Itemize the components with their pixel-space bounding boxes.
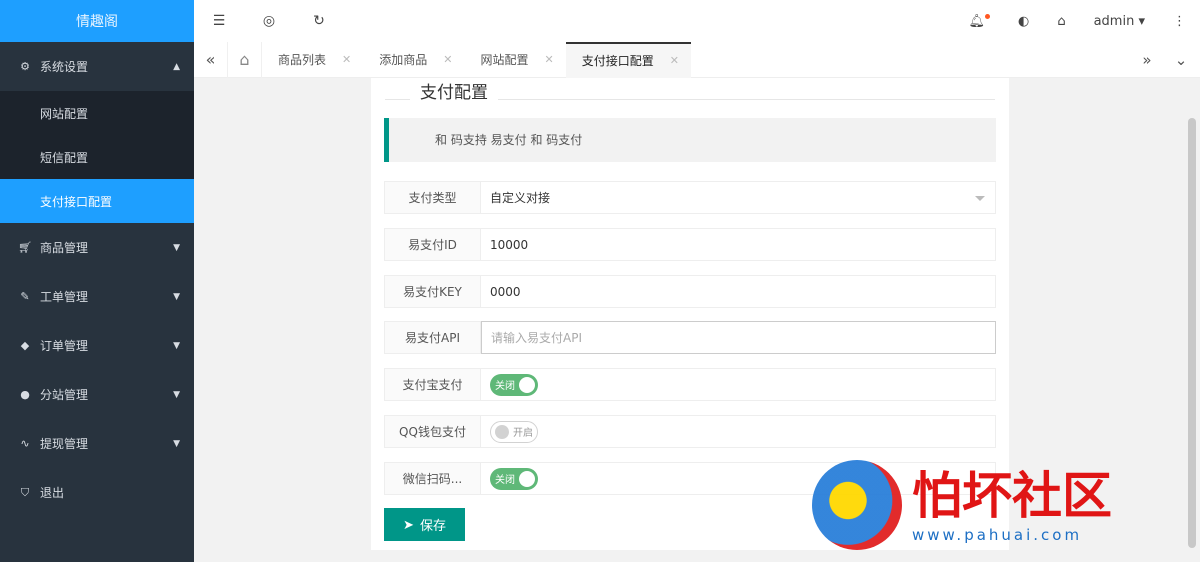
caret-down-icon: ▼: [173, 438, 180, 449]
ticket-icon: ✎: [20, 290, 30, 303]
alipay-toggle[interactable]: 关闭: [490, 373, 538, 396]
tab-payment-config[interactable]: 支付接口配置 ✕: [565, 41, 691, 78]
username: admin: [1093, 13, 1135, 29]
toggle-text: 关闭: [495, 475, 515, 486]
close-icon[interactable]: ✕: [342, 53, 351, 66]
sidebar-item-label: 商品管理: [40, 241, 89, 255]
qqpay-toggle[interactable]: 开启: [490, 420, 538, 443]
sidebar-item-tickets[interactable]: ✎ 工单管理 ▼: [0, 272, 194, 321]
user-menu[interactable]: admin ▾: [1080, 14, 1159, 29]
sidebar-item-orders[interactable]: ◆ 订单管理 ▼: [0, 321, 194, 370]
sidebar-item-label: 分站管理: [40, 388, 89, 402]
tab-label: 添加商品: [379, 53, 428, 67]
field-label: 支付宝支付: [384, 368, 481, 401]
epay-key-input[interactable]: 0000: [481, 275, 996, 308]
sidebar-item-system[interactable]: ⚙ 系统设置 ▲: [0, 42, 194, 91]
notice-block: 和 码支持 易支付 和 码支付: [384, 118, 996, 162]
form-row-alipay: 支付宝支付 关闭: [384, 368, 996, 401]
sidebar-item-products[interactable]: 🛒︎ 商品管理 ▼: [0, 223, 194, 272]
watermark-logo: 怕坏社区 www.pahuai.com: [812, 455, 1192, 555]
sidebar: ⚙ 系统设置 ▲ 网站配置 短信配置 支付接口配置 🛒︎ 商品管理 ▼ ✎ 工单管理 ▼ ◆…: [0, 42, 194, 562]
tabs-dropdown-icon[interactable]: ⌄: [1164, 42, 1198, 78]
shield-icon: ⛉: [20, 485, 30, 499]
form-row-epay-key: 易支付KEY 0000: [384, 275, 996, 308]
close-icon[interactable]: ✕: [443, 53, 452, 66]
watermark-title: 怕坏社区: [912, 467, 1112, 525]
field-label: 支付类型: [384, 181, 481, 214]
form-row-epay-api: 易支付API 请输入易支付API: [384, 321, 996, 354]
sidebar-item-label: 退出: [40, 486, 65, 500]
close-icon[interactable]: ✕: [670, 54, 679, 67]
wechat-toggle[interactable]: 关闭: [490, 467, 538, 490]
form-row-pay-type: 支付类型 自定义对接: [384, 181, 996, 214]
tabs-scroll-left-icon[interactable]: «: [194, 41, 228, 78]
save-label: 保存: [419, 518, 446, 533]
caret-down-icon: ▼: [173, 242, 180, 253]
field-label: 易支付API: [384, 321, 481, 354]
caret-down-icon: ▼: [173, 389, 180, 400]
caret-down-icon: [975, 196, 985, 206]
fieldset-legend: 支付配置: [385, 78, 995, 103]
sidebar-submenu: 网站配置 短信配置 支付接口配置: [0, 91, 194, 223]
sidebar-item-site-config[interactable]: 网站配置: [0, 91, 194, 135]
cart-icon: 🛒︎: [18, 241, 32, 254]
layers-icon: ◆: [20, 339, 30, 352]
tab-product-list[interactable]: 商品列表 ✕: [262, 42, 363, 78]
sidebar-item-label: 工单管理: [40, 290, 89, 304]
menu-toggle-icon[interactable]: ☰: [194, 13, 244, 29]
top-header: ☰ ◎ ↻ 🔔︎ ◐ ⌂ admin ▾ ⋮: [194, 0, 1200, 42]
field-label: QQ钱包支付: [384, 415, 481, 448]
globe-icon: ●: [20, 388, 30, 401]
sidebar-item-label: 系统设置: [40, 60, 89, 74]
form-row-epay-id: 易支付ID 10000: [384, 228, 996, 261]
brand-logo: 情趣阁: [0, 0, 194, 42]
tag-icon[interactable]: ⌂: [1043, 14, 1079, 29]
tab-label: 支付接口配置: [581, 54, 654, 68]
sidebar-item-substations[interactable]: ● 分站管理 ▼: [0, 370, 194, 419]
field-label: 易支付KEY: [384, 275, 481, 308]
tab-label: 商品列表: [278, 53, 327, 67]
more-icon[interactable]: ⋮: [1159, 14, 1200, 29]
send-icon: ➤: [403, 516, 414, 532]
sidebar-item-label: 订单管理: [40, 339, 89, 353]
section-title: 支付配置: [410, 78, 498, 103]
save-button[interactable]: ➤ 保存: [384, 508, 465, 541]
sidebar-item-logout[interactable]: ⛉ 退出: [0, 468, 194, 517]
close-icon[interactable]: ✕: [544, 53, 553, 66]
form-row-qqpay: QQ钱包支付 开启: [384, 415, 996, 448]
select-value: 自定义对接: [490, 191, 551, 205]
fish-logo-icon: [812, 460, 902, 550]
toggle-text: 开启: [513, 428, 533, 439]
placeholder: 请输入易支付API: [491, 331, 582, 345]
caret-down-icon: ▼: [173, 291, 180, 302]
field-label: 微信扫码...: [384, 462, 481, 495]
watermark-url: www.pahuai.com: [912, 526, 1083, 544]
gear-icon: ⚙: [20, 60, 30, 73]
sidebar-item-payment-config[interactable]: 支付接口配置: [0, 179, 194, 223]
field-label: 易支付ID: [384, 228, 481, 261]
sidebar-item-sms-config[interactable]: 短信配置: [0, 135, 194, 179]
sidebar-item-withdrawals[interactable]: ∿ 提现管理 ▼: [0, 419, 194, 468]
pulse-icon: ∿: [20, 437, 30, 450]
epay-api-input[interactable]: 请输入易支付API: [481, 321, 996, 354]
home-tab-icon[interactable]: ⌂: [228, 41, 262, 78]
sidebar-item-label: 提现管理: [40, 437, 89, 451]
globe-icon[interactable]: ◎: [244, 13, 294, 29]
pay-type-select[interactable]: 自定义对接: [481, 181, 996, 214]
caret-up-icon: ▲: [173, 61, 180, 72]
tab-bar: « ⌂ 商品列表 ✕ 添加商品 ✕ 网站配置 ✕ 支付接口配置 ✕ » ⌄: [194, 41, 1200, 78]
toggle-text: 关闭: [495, 381, 515, 392]
caret-down-icon: ▼: [173, 340, 180, 351]
tab-label: 网站配置: [480, 53, 529, 67]
bell-icon[interactable]: 🔔︎: [954, 13, 1004, 29]
tab-add-product[interactable]: 添加商品 ✕: [363, 42, 464, 78]
epay-id-input[interactable]: 10000: [481, 228, 996, 261]
tab-site-config[interactable]: 网站配置 ✕: [464, 42, 565, 78]
tabs-scroll-right-icon[interactable]: »: [1130, 42, 1164, 78]
refresh-icon[interactable]: ↻: [294, 13, 344, 29]
palette-icon[interactable]: ◐: [1004, 14, 1043, 29]
